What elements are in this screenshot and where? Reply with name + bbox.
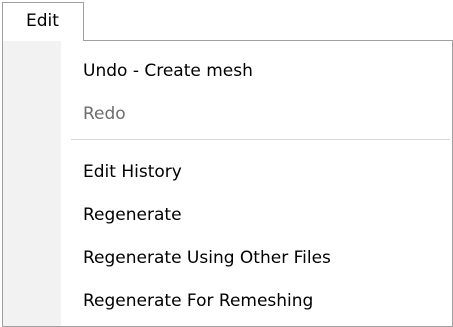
menu-item-undo[interactable]: Undo - Create mesh bbox=[83, 57, 253, 85]
menu-bar: Edit bbox=[0, 0, 453, 41]
menu-separator bbox=[71, 139, 450, 140]
menu-item-redo: Redo bbox=[83, 104, 126, 124]
menu-item-regenerate[interactable]: Regenerate bbox=[83, 201, 182, 229]
menu-item-regenerate-using-other-files[interactable]: Regenerate Using Other Files bbox=[83, 244, 331, 272]
menu-icon-gutter bbox=[3, 41, 61, 326]
edit-menu-dropdown: Undo - Create mesh Redo Edit History Reg… bbox=[2, 40, 453, 327]
menu-item-edit-history[interactable]: Edit History bbox=[83, 158, 182, 186]
menu-item-regenerate-for-remeshing[interactable]: Regenerate For Remeshing bbox=[83, 287, 313, 315]
menu-edit[interactable]: Edit bbox=[2, 2, 84, 41]
